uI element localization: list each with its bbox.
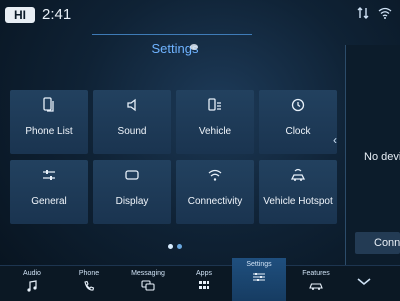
no-device-message: No devic bbox=[364, 151, 400, 163]
nav-label: Messaging bbox=[131, 270, 165, 277]
nav-label: Features bbox=[302, 270, 330, 277]
sliders-icon bbox=[43, 170, 55, 180]
phone-list-icon bbox=[43, 97, 54, 112]
display-icon bbox=[125, 170, 139, 180]
nav-label: Settings bbox=[246, 261, 272, 268]
nav-audio[interactable]: Audio bbox=[8, 266, 56, 301]
tile-label: General bbox=[31, 196, 67, 207]
nav-phone[interactable]: Phone bbox=[63, 266, 115, 301]
bottom-nav: Audio Phone Messaging Apps Settings Feat… bbox=[0, 258, 400, 301]
screen: HI 2:41 Settings Phone List Sound Vehicl… bbox=[0, 0, 400, 301]
nav-settings[interactable]: Settings bbox=[232, 258, 286, 301]
connect-button-label: Conn bbox=[374, 237, 400, 249]
tile-label: Vehicle Hotspot bbox=[263, 196, 333, 207]
tile-label: Phone List bbox=[25, 126, 73, 137]
wifi-icon bbox=[378, 7, 392, 19]
nav-apps[interactable]: Apps bbox=[180, 266, 228, 301]
car-features-icon bbox=[309, 283, 323, 290]
apps-grid-icon bbox=[199, 281, 209, 289]
chevron-down-icon[interactable] bbox=[352, 274, 376, 293]
hotspot-icon bbox=[290, 168, 306, 181]
page-title: Settings bbox=[151, 41, 199, 56]
title-indicator bbox=[190, 44, 198, 50]
tile-vehicle[interactable]: Vehicle bbox=[176, 90, 254, 154]
speaker-icon bbox=[127, 98, 136, 112]
tile-general[interactable]: General bbox=[10, 160, 88, 224]
wifi-icon bbox=[208, 169, 222, 181]
status-time: 2:41 bbox=[42, 6, 72, 23]
nav-label: Phone bbox=[78, 270, 100, 277]
clock-icon bbox=[291, 98, 305, 112]
user-profile-badge[interactable]: HI bbox=[5, 7, 35, 23]
page-dot[interactable] bbox=[177, 244, 182, 249]
chat-icon bbox=[141, 280, 155, 291]
status-icons bbox=[356, 6, 392, 20]
page-indicator bbox=[168, 244, 182, 249]
nav-messaging[interactable]: Messaging bbox=[120, 266, 176, 301]
tile-label: Display bbox=[115, 196, 149, 207]
vehicle-icon bbox=[208, 98, 221, 111]
status-bar: HI 2:41 bbox=[0, 0, 400, 30]
phone-icon bbox=[84, 280, 95, 291]
tile-display[interactable]: Display bbox=[93, 160, 171, 224]
data-arrows-icon bbox=[357, 7, 369, 19]
nav-label: Audio bbox=[23, 270, 41, 277]
tile-vehicle-hotspot[interactable]: Vehicle Hotspot bbox=[259, 160, 337, 224]
music-note-icon bbox=[27, 280, 37, 292]
tile-label: Connectivity bbox=[187, 196, 243, 207]
tile-sound[interactable]: Sound bbox=[93, 90, 171, 154]
tile-label: Vehicle bbox=[198, 126, 232, 137]
tile-label: Sound bbox=[117, 126, 147, 137]
tile-clock[interactable]: Clock bbox=[259, 90, 337, 154]
settings-sliders-icon bbox=[253, 273, 265, 281]
nav-label: Apps bbox=[196, 270, 212, 277]
chevron-left-icon[interactable]: ‹ bbox=[333, 133, 337, 147]
header-accent-line bbox=[92, 34, 252, 35]
tile-phone-list[interactable]: Phone List bbox=[10, 90, 88, 154]
tile-label: Clock bbox=[285, 126, 311, 137]
tile-connectivity[interactable]: Connectivity bbox=[176, 160, 254, 224]
nav-features[interactable]: Features bbox=[290, 266, 342, 301]
page-dot-active[interactable] bbox=[168, 244, 173, 249]
